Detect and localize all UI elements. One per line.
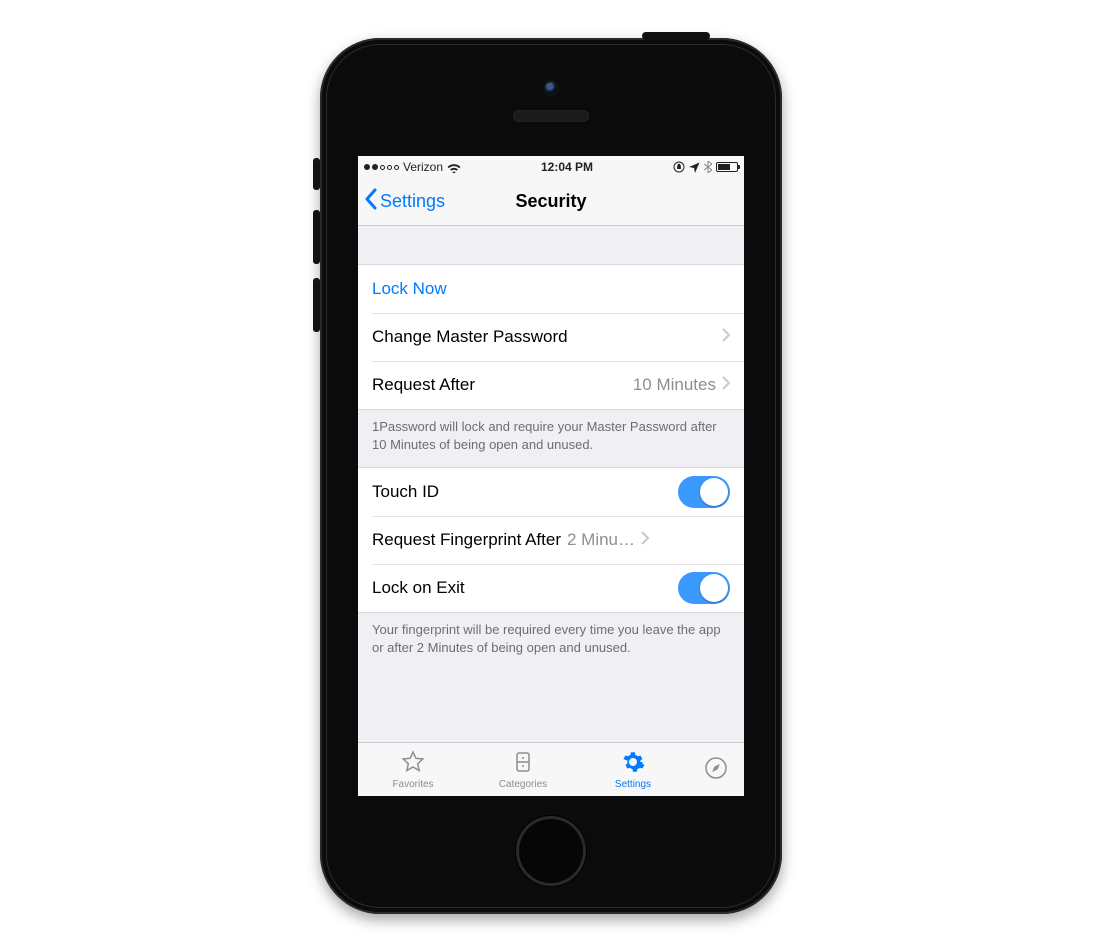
chevron-right-icon (722, 375, 730, 395)
power-button (642, 32, 710, 40)
tab-settings[interactable]: Settings (578, 743, 688, 796)
chevron-right-icon (722, 327, 730, 347)
request-after-label: Request After (372, 375, 475, 395)
front-camera (545, 82, 557, 94)
touch-id-label: Touch ID (372, 482, 439, 502)
row-lock-on-exit: Lock on Exit (358, 564, 744, 612)
bluetooth-icon (704, 161, 712, 173)
row-request-fingerprint-after[interactable]: Request Fingerprint After 2 Minu… (358, 516, 744, 564)
mute-switch (313, 158, 320, 190)
group-touch-id: Touch ID Request Fingerprint After 2 Min… (358, 467, 744, 613)
tab-label: Settings (615, 779, 651, 790)
battery-icon (716, 162, 738, 172)
earpiece-speaker (513, 110, 589, 122)
phone-frame: Verizon 12:04 PM (320, 38, 782, 914)
row-touch-id: Touch ID (358, 468, 744, 516)
status-time: 12:04 PM (461, 160, 673, 174)
row-change-master-password[interactable]: Change Master Password (358, 313, 744, 361)
status-bar: Verizon 12:04 PM (358, 156, 744, 178)
row-request-after[interactable]: Request After 10 Minutes (358, 361, 744, 409)
orientation-lock-icon (673, 161, 685, 173)
signal-strength-icon (364, 164, 399, 170)
back-label: Settings (380, 191, 445, 212)
tab-categories[interactable]: Categories (468, 743, 578, 796)
tab-label: Categories (499, 779, 547, 790)
group1-footer: 1Password will lock and require your Mas… (358, 410, 744, 467)
carrier-label: Verizon (403, 160, 443, 174)
request-after-value: 10 Minutes (633, 375, 716, 395)
wifi-icon (447, 162, 461, 173)
lock-on-exit-label: Lock on Exit (372, 578, 465, 598)
navigation-bar: Settings Security (358, 178, 744, 226)
categories-icon (510, 750, 536, 777)
group-master-password: Lock Now Change Master Password Request … (358, 264, 744, 410)
star-icon (400, 750, 426, 777)
fingerprint-after-value: 2 Minu… (567, 530, 635, 550)
row-lock-now[interactable]: Lock Now (358, 265, 744, 313)
gear-icon (620, 750, 646, 777)
lock-now-label: Lock Now (372, 279, 447, 299)
settings-content: Lock Now Change Master Password Request … (358, 226, 744, 742)
tab-favorites[interactable]: Favorites (358, 743, 468, 796)
tab-browser[interactable] (688, 743, 744, 796)
home-button[interactable] (516, 816, 586, 886)
tab-bar: Favorites Categories Settings (358, 742, 744, 796)
screen: Verizon 12:04 PM (358, 156, 744, 796)
tab-label: Favorites (392, 779, 433, 790)
chevron-right-icon (641, 530, 649, 550)
volume-down-button (313, 278, 320, 332)
chevron-left-icon (364, 188, 378, 215)
compass-icon (703, 756, 729, 783)
back-button[interactable]: Settings (364, 188, 445, 215)
lock-on-exit-toggle[interactable] (678, 572, 730, 604)
location-icon (689, 162, 700, 173)
fingerprint-after-label: Request Fingerprint After (372, 530, 561, 550)
touch-id-toggle[interactable] (678, 476, 730, 508)
volume-up-button (313, 210, 320, 264)
change-master-label: Change Master Password (372, 327, 568, 347)
group2-footer: Your fingerprint will be required every … (358, 613, 744, 670)
